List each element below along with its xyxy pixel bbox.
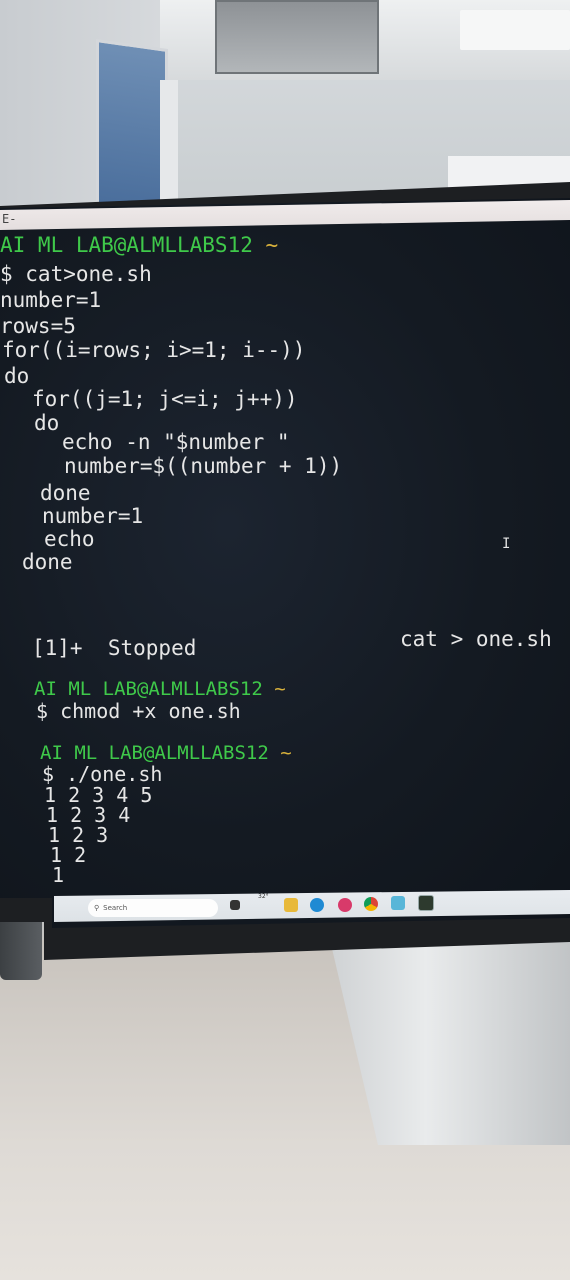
- weather-temp: 32°: [258, 893, 269, 900]
- code-line: for((j=1; j<=i; j++)): [32, 387, 298, 411]
- search-input[interactable]: ⚲ Search: [88, 899, 218, 917]
- edge-browser-icon[interactable]: [310, 898, 324, 912]
- notice-board: [96, 38, 168, 216]
- task-view-icon[interactable]: [230, 900, 240, 910]
- file-explorer-icon[interactable]: [284, 898, 298, 912]
- wall-strip: [160, 80, 178, 200]
- code-line: done: [40, 481, 91, 505]
- notepad-icon[interactable]: [391, 896, 405, 910]
- command-line: $ cat>one.sh: [0, 262, 152, 286]
- code-line: echo -n "$number ": [62, 430, 290, 454]
- ceiling-vent: [215, 0, 379, 74]
- text-cursor-icon: I: [502, 536, 511, 552]
- search-icon: ⚲: [94, 904, 100, 912]
- command-line: $ chmod +x one.sh: [36, 699, 241, 723]
- prompt-line: AI ML LAB@ALMLLABS12 ~: [34, 678, 286, 700]
- job-command: cat > one.sh: [400, 627, 552, 651]
- code-line: for((i=rows; i>=1; i--)): [2, 338, 306, 362]
- code-line: done: [22, 550, 73, 574]
- search-placeholder: Search: [103, 904, 128, 912]
- weather-icon[interactable]: 32°: [258, 893, 269, 900]
- code-line: number=1: [42, 504, 144, 528]
- code-line: number=1: [0, 288, 102, 312]
- code-line: number=$((number + 1)): [64, 454, 343, 478]
- terminal-icon[interactable]: [418, 895, 434, 911]
- windows-start-icon[interactable]: [66, 902, 80, 916]
- ceiling-light: [460, 10, 570, 50]
- app-icon[interactable]: [338, 898, 352, 912]
- code-line: echo: [44, 527, 95, 551]
- prompt-line: AI ML LAB@ALMLLABS12 ~: [0, 233, 279, 257]
- output-line: 1: [52, 863, 65, 887]
- titlebar-text: E-: [2, 212, 17, 226]
- code-line: do: [4, 364, 30, 388]
- job-status-line: [1]+ Stopped: [32, 636, 197, 660]
- code-line: rows=5: [0, 314, 76, 338]
- chrome-icon[interactable]: [364, 897, 378, 911]
- code-line: do: [34, 411, 60, 435]
